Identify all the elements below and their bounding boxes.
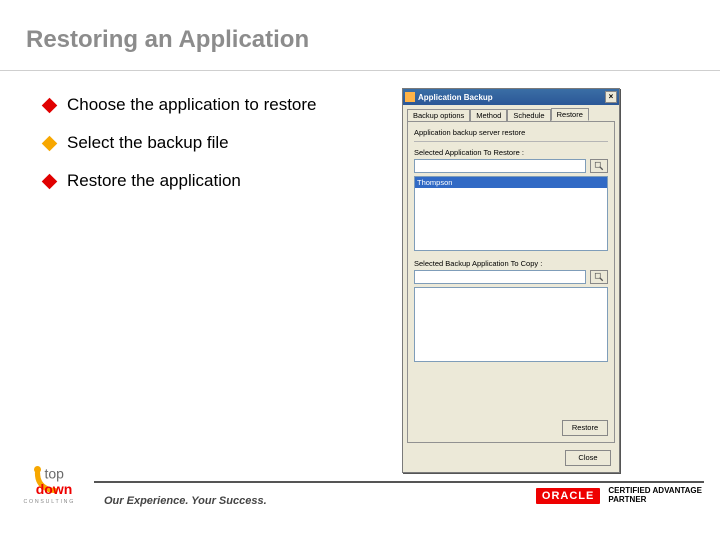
find-icon bbox=[594, 161, 604, 171]
panel-heading: Application backup server restore bbox=[414, 128, 608, 137]
app-listbox[interactable]: Thompson bbox=[414, 176, 608, 251]
bullet-item: Choose the application to restore bbox=[44, 95, 404, 115]
svg-text:down: down bbox=[36, 481, 73, 497]
find-app-button[interactable] bbox=[590, 159, 608, 173]
footer-rule bbox=[94, 481, 704, 483]
diamond-icon bbox=[42, 97, 58, 113]
tagline: Our Experience. Your Success. bbox=[104, 495, 267, 507]
dialog-title: Application Backup bbox=[418, 93, 605, 102]
copy-select-input[interactable] bbox=[414, 270, 586, 284]
restore-panel: Application backup server restore Select… bbox=[407, 121, 615, 443]
divider bbox=[414, 141, 608, 142]
svg-text:CONSULTING: CONSULTING bbox=[24, 499, 76, 505]
svg-text:top: top bbox=[45, 465, 65, 481]
bullet-list: Choose the application to restore Select… bbox=[44, 95, 404, 209]
tab-strip: Backup options Method Schedule Restore bbox=[403, 105, 619, 121]
restore-button[interactable]: Restore bbox=[562, 420, 608, 436]
oracle-partner-badge: ORACLE CERTIFIED ADVANTAGE PARTNER bbox=[536, 487, 702, 505]
diamond-icon bbox=[42, 173, 58, 189]
slide-title: Restoring an Application bbox=[26, 26, 309, 54]
bullet-text: Restore the application bbox=[67, 171, 241, 191]
copy-listbox[interactable] bbox=[414, 287, 608, 362]
bullet-item: Restore the application bbox=[44, 171, 404, 191]
diamond-icon bbox=[42, 135, 58, 151]
title-rule bbox=[0, 70, 720, 71]
bullet-item: Select the backup file bbox=[44, 133, 404, 153]
cert-line-2: PARTNER bbox=[608, 496, 702, 505]
dialog-titlebar[interactable]: Application Backup × bbox=[403, 89, 619, 105]
app-select-label: Selected Application To Restore : bbox=[414, 148, 608, 157]
bullet-text: Select the backup file bbox=[67, 133, 229, 153]
oracle-logo: ORACLE bbox=[536, 488, 600, 504]
list-item[interactable]: Thompson bbox=[415, 177, 607, 188]
oracle-cert-text: CERTIFIED ADVANTAGE PARTNER bbox=[608, 487, 702, 505]
close-icon[interactable]: × bbox=[605, 91, 617, 103]
close-button[interactable]: Close bbox=[565, 450, 611, 466]
tab-restore[interactable]: Restore bbox=[551, 108, 589, 121]
backup-dialog: Application Backup × Backup options Meth… bbox=[402, 88, 620, 473]
find-icon bbox=[594, 272, 604, 282]
app-select-input[interactable] bbox=[414, 159, 586, 173]
bullet-text: Choose the application to restore bbox=[67, 95, 317, 115]
app-icon bbox=[405, 92, 415, 102]
copy-select-label: Selected Backup Application To Copy : bbox=[414, 259, 608, 268]
topdown-logo: top down CONSULTING bbox=[20, 452, 90, 507]
find-copy-button[interactable] bbox=[590, 270, 608, 284]
